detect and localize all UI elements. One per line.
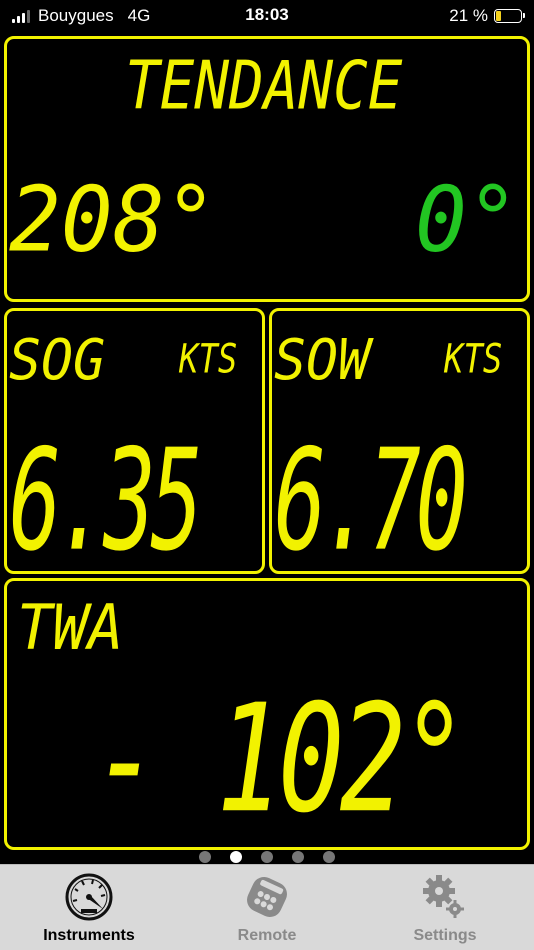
page-dot[interactable] <box>261 851 273 863</box>
panel-tendance[interactable]: TENDANCE 208° 0° <box>4 36 530 302</box>
gauge-icon <box>65 873 113 921</box>
twa-value: - 102° <box>93 672 468 846</box>
trend-value: 0° <box>415 166 519 272</box>
page-dot[interactable] <box>230 851 242 863</box>
tab-instruments-label: Instruments <box>43 927 135 944</box>
tab-remote[interactable]: Remote <box>178 871 356 945</box>
panel-twa[interactable]: TWA - 102° <box>4 578 530 850</box>
tab-bar: Instruments Remote Settings <box>0 864 534 950</box>
sow-label: SOW <box>274 328 371 393</box>
tab-instruments[interactable]: Instruments <box>0 871 178 945</box>
panel-sow[interactable]: SOW KTS 6.70 <box>269 308 530 574</box>
sog-unit: KTS <box>179 335 238 383</box>
tab-settings-label: Settings <box>413 927 477 944</box>
status-bar: Bouygues 4G 18:03 21 % <box>0 0 534 32</box>
twa-label: TWA <box>17 591 124 664</box>
page-dot[interactable] <box>292 851 304 863</box>
sog-label: SOG <box>9 328 106 393</box>
tab-settings[interactable]: Settings <box>356 871 534 945</box>
sog-value: 6.35 <box>9 419 203 574</box>
tendance-title: TENDANCE <box>125 47 403 126</box>
remote-icon <box>247 877 287 917</box>
sow-unit: KTS <box>444 335 503 383</box>
page-dot[interactable] <box>323 851 335 863</box>
page-dot[interactable] <box>199 851 211 863</box>
status-right: 21 % <box>449 6 525 26</box>
battery-icon <box>494 9 525 23</box>
tab-remote-label: Remote <box>237 927 297 944</box>
battery-fill <box>496 11 502 21</box>
panel-sog[interactable]: SOG KTS 6.35 <box>4 308 265 574</box>
heading-value: 208° <box>9 166 217 272</box>
gears-icon <box>423 875 464 918</box>
battery-percent: 21 % <box>449 6 488 25</box>
sow-value: 6.70 <box>274 419 468 574</box>
page-indicator[interactable] <box>0 850 534 864</box>
